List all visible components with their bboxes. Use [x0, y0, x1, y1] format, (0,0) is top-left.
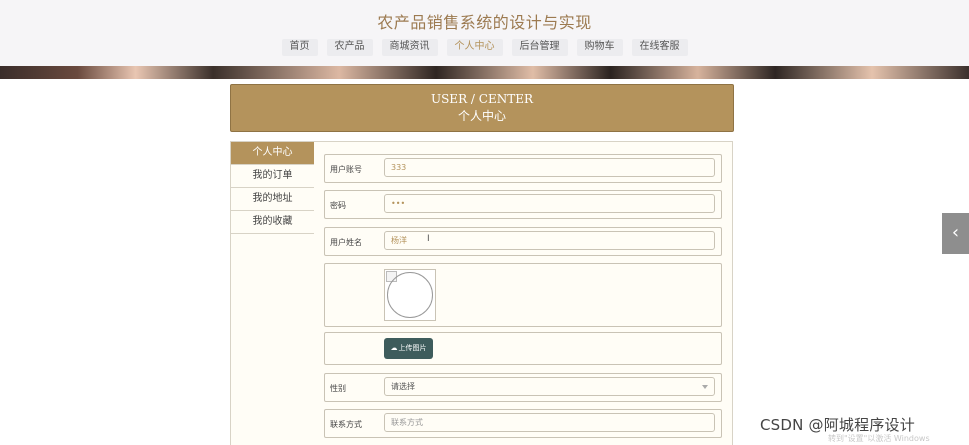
avatar-row: [324, 263, 722, 327]
chevron-left-icon: ‹: [951, 222, 960, 243]
side-toggle-button[interactable]: ‹: [942, 213, 969, 254]
password-label: 密码: [330, 201, 346, 210]
gender-select-value: 请选择: [391, 382, 415, 391]
name-input[interactable]: 杨洋: [384, 231, 715, 250]
nav-item-user-center[interactable]: 个人中心: [446, 39, 503, 56]
password-row: 密码 •••: [324, 190, 722, 219]
nav-item-admin[interactable]: 后台管理: [511, 39, 568, 56]
password-input[interactable]: •••: [384, 194, 715, 213]
nav-item-news[interactable]: 商城资讯: [381, 39, 438, 56]
sidebar-item-favorites[interactable]: 我的收藏: [231, 211, 314, 234]
gender-select[interactable]: 请选择: [384, 377, 715, 396]
nav-item-cart[interactable]: 购物车: [576, 39, 623, 56]
site-header: 农产品销售系统的设计与实现 首页 农产品 商城资讯 个人中心 后台管理 购物车 …: [0, 0, 969, 66]
nav-item-home[interactable]: 首页: [281, 39, 318, 56]
site-title: 农产品销售系统的设计与实现: [377, 13, 592, 32]
chevron-down-icon: [702, 385, 708, 389]
contact-label: 联系方式: [330, 420, 362, 429]
activation-watermark: 转到"设置"以激活 Windows: [828, 434, 930, 443]
contact-row: 联系方式 联系方式: [324, 409, 722, 438]
nav-item-products[interactable]: 农产品: [326, 39, 373, 56]
sidebar: 个人中心 我的订单 我的地址 我的收藏: [230, 141, 315, 445]
nav-item-support[interactable]: 在线客服: [631, 39, 688, 56]
page-title-cn: 个人中心: [457, 109, 506, 123]
gender-row: 性别 请选择: [324, 373, 722, 402]
watermark: CSDN @阿城程序设计: [760, 416, 915, 434]
sidebar-item-user-center[interactable]: 个人中心: [231, 142, 314, 165]
account-row: 用户账号 333: [324, 154, 722, 183]
text-cursor-icon: I: [427, 234, 430, 244]
avatar-circle: [387, 272, 433, 318]
profile-form: 用户账号 333 密码 ••• 用户姓名 杨洋 ☁上传图片 性别 请选择 联系方…: [314, 141, 733, 445]
account-input[interactable]: 333: [384, 158, 715, 177]
name-row: 用户姓名 杨洋: [324, 227, 722, 256]
account-label: 用户账号: [330, 165, 362, 174]
page-title-en: USER / CENTER: [430, 92, 534, 106]
banner-image: [0, 66, 969, 79]
upload-image-label: 上传图片: [398, 344, 427, 352]
name-label: 用户姓名: [330, 238, 362, 247]
page-title-box: USER / CENTER 个人中心: [230, 84, 734, 132]
upload-row: ☁上传图片: [324, 332, 722, 365]
gender-label: 性别: [330, 384, 346, 393]
avatar: [384, 269, 436, 321]
sidebar-item-orders[interactable]: 我的订单: [231, 165, 314, 188]
cloud-upload-icon: ☁: [390, 344, 398, 352]
sidebar-item-address[interactable]: 我的地址: [231, 188, 314, 211]
upload-image-button[interactable]: ☁上传图片: [384, 338, 433, 359]
main-nav: 首页 农产品 商城资讯 个人中心 后台管理 购物车 在线客服: [0, 39, 969, 56]
contact-input[interactable]: 联系方式: [384, 413, 715, 432]
